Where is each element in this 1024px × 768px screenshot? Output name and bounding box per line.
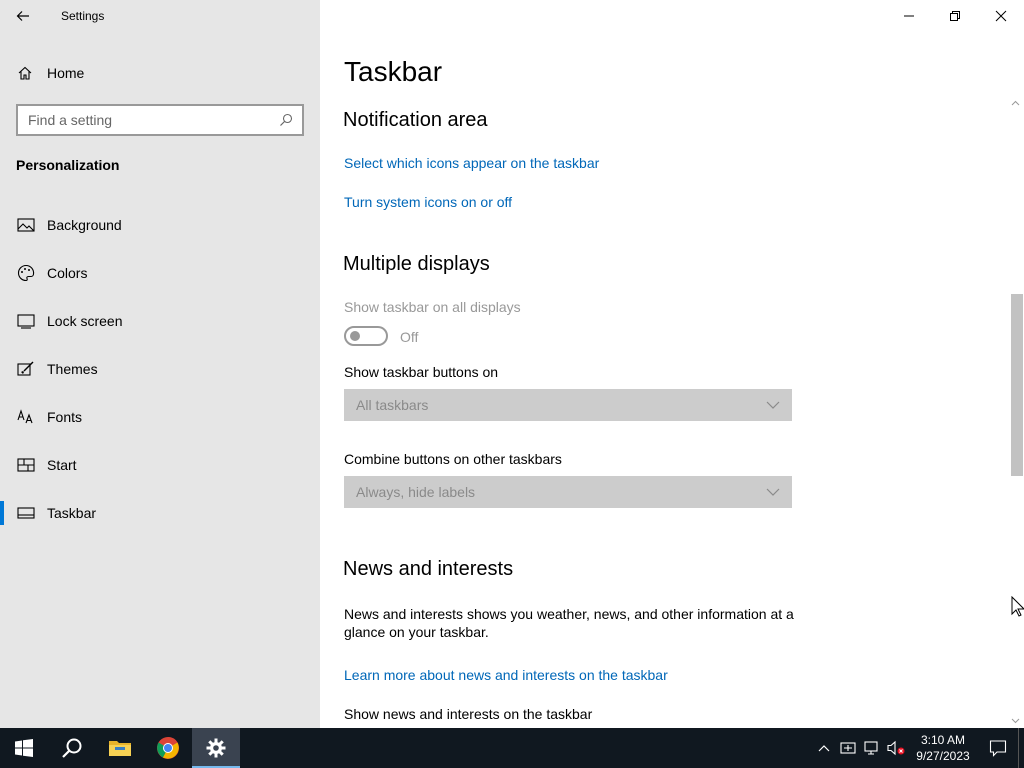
combine-buttons-dropdown[interactable]: Always, hide labels xyxy=(344,476,792,508)
settings-button[interactable] xyxy=(192,728,240,768)
system-icons-link[interactable]: Turn system icons on or off xyxy=(344,194,512,210)
title-bar-left: Settings xyxy=(0,0,320,32)
chevron-up-icon xyxy=(818,745,830,752)
restore-icon xyxy=(950,11,960,21)
search-icon xyxy=(62,738,82,758)
sidebar: Settings Home Personalization Background… xyxy=(0,0,320,728)
sidebar-item-themes[interactable]: Themes xyxy=(0,345,320,393)
brush-icon xyxy=(16,359,36,379)
sidebar-item-label: Colors xyxy=(47,265,88,281)
image-icon xyxy=(16,215,36,235)
clock-date: 9/27/2023 xyxy=(916,749,970,763)
app-title: Settings xyxy=(61,9,105,23)
learn-more-link[interactable]: Learn more about news and interests on t… xyxy=(344,667,668,683)
scroll-thumb[interactable] xyxy=(1011,294,1023,476)
show-all-displays-label: Show taskbar on all displays xyxy=(344,299,521,315)
dropdown-value: Always, hide labels xyxy=(356,484,476,500)
file-explorer-icon xyxy=(109,741,131,756)
mouse-cursor-icon xyxy=(1011,596,1024,617)
scroll-up-arrow[interactable] xyxy=(1007,96,1024,110)
sidebar-item-background[interactable]: Background xyxy=(0,201,320,249)
monitor-icon xyxy=(16,311,36,331)
main-content: Taskbar Notification area Select which i… xyxy=(320,0,1024,728)
news-description: News and interests shows you weather, ne… xyxy=(344,606,794,640)
file-explorer-button[interactable] xyxy=(96,728,144,768)
minimize-button[interactable] xyxy=(886,0,932,32)
font-icon xyxy=(16,407,36,427)
action-center-button[interactable] xyxy=(978,728,1018,768)
show-news-label: Show news and interests on the taskbar xyxy=(344,706,593,722)
system-tray: 3:10 AM 9/27/2023 xyxy=(812,728,1024,768)
arrow-left-icon xyxy=(16,11,29,21)
select-icons-link[interactable]: Select which icons appear on the taskbar xyxy=(344,155,599,171)
chevron-down-icon xyxy=(1011,718,1020,724)
show-hidden-icons-button[interactable] xyxy=(812,728,836,768)
restore-button[interactable] xyxy=(932,0,978,32)
search-icon[interactable] xyxy=(278,112,294,128)
chrome-button[interactable] xyxy=(144,728,192,768)
combine-buttons-label: Combine buttons on other taskbars xyxy=(344,451,562,467)
multiple-displays-heading: Multiple displays xyxy=(343,253,490,275)
window-controls xyxy=(886,0,1024,32)
chevron-up-icon xyxy=(1011,100,1020,106)
palette-icon xyxy=(16,263,36,283)
show-all-displays-toggle[interactable] xyxy=(344,326,388,346)
news-heading: News and interests xyxy=(343,558,514,580)
sidebar-item-label: Taskbar xyxy=(47,505,97,521)
close-icon xyxy=(995,10,1007,22)
search-box[interactable] xyxy=(16,104,304,136)
notification-area-heading: Notification area xyxy=(343,109,488,131)
chrome-icon xyxy=(157,737,179,759)
toggle-state-label: Off xyxy=(400,329,419,345)
network-icon xyxy=(864,741,878,755)
sidebar-item-label: Start xyxy=(47,457,77,473)
grid-icon xyxy=(16,455,36,475)
buttons-on-dropdown[interactable]: All taskbars xyxy=(344,389,792,421)
chevron-down-icon xyxy=(766,488,780,496)
vertical-scrollbar[interactable] xyxy=(1007,96,1024,728)
home-label: Home xyxy=(47,65,85,81)
sidebar-item-lock-screen[interactable]: Lock screen xyxy=(0,297,320,345)
notification-icon xyxy=(989,740,1007,757)
search-input[interactable] xyxy=(28,112,278,128)
taskbar: 3:10 AM 9/27/2023 xyxy=(0,728,1024,768)
settings-icon xyxy=(206,738,226,758)
clock[interactable]: 3:10 AM 9/27/2023 xyxy=(908,732,978,764)
scroll-down-arrow[interactable] xyxy=(1007,714,1024,728)
sidebar-item-taskbar[interactable]: Taskbar xyxy=(0,489,320,537)
volume-button[interactable] xyxy=(884,728,908,768)
minimize-icon xyxy=(904,15,914,17)
dropdown-value: All taskbars xyxy=(356,397,429,413)
sidebar-nav: Background Colors Lock screen Themes Fon… xyxy=(0,201,320,537)
sidebar-item-label: Fonts xyxy=(47,409,83,425)
page-title: Taskbar xyxy=(344,56,443,87)
buttons-on-label: Show taskbar buttons on xyxy=(344,364,499,380)
section-title: Personalization xyxy=(16,157,120,173)
tray-app-button[interactable] xyxy=(836,728,860,768)
back-button[interactable] xyxy=(0,0,46,32)
sidebar-item-colors[interactable]: Colors xyxy=(0,249,320,297)
tray-app-icon xyxy=(840,742,856,754)
start-button[interactable] xyxy=(0,728,48,768)
sidebar-item-fonts[interactable]: Fonts xyxy=(0,393,320,441)
close-button[interactable] xyxy=(978,0,1024,32)
volume-muted-icon xyxy=(887,740,905,756)
network-button[interactable] xyxy=(860,728,884,768)
taskbar-icon xyxy=(16,503,36,523)
chevron-down-icon xyxy=(766,401,780,409)
start-icon xyxy=(15,739,33,757)
sidebar-item-label: Lock screen xyxy=(47,313,123,329)
home-icon xyxy=(16,64,34,82)
sidebar-item-label: Themes xyxy=(47,361,98,377)
sidebar-item-start[interactable]: Start xyxy=(0,441,320,489)
show-desktop-button[interactable] xyxy=(1018,728,1024,768)
clock-time: 3:10 AM xyxy=(920,733,966,747)
sidebar-item-label: Background xyxy=(47,217,122,233)
home-nav-item[interactable]: Home xyxy=(16,62,84,84)
taskbar-search-button[interactable] xyxy=(48,728,96,768)
